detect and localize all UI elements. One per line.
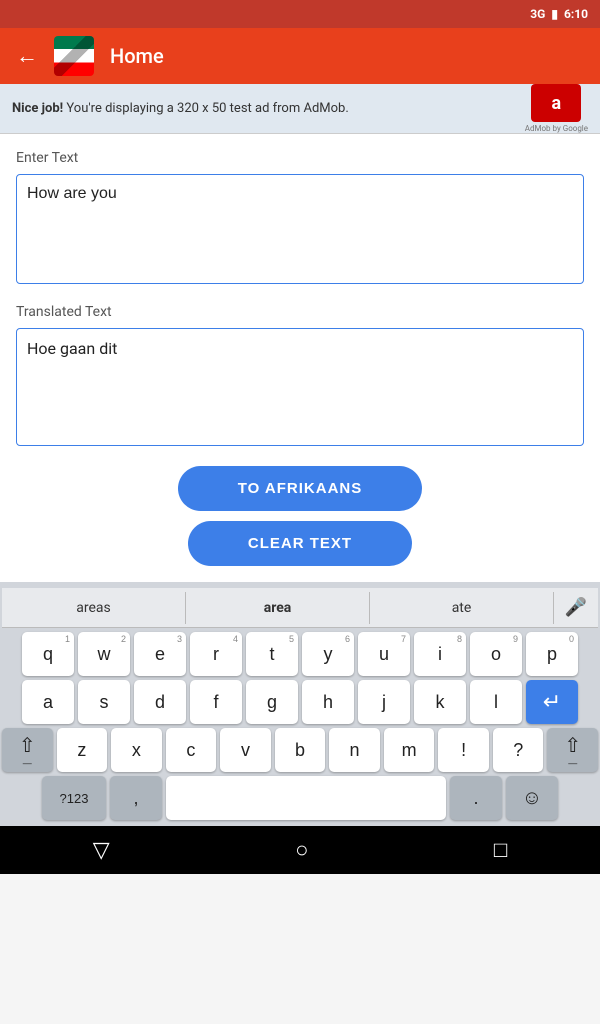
key-v[interactable]: v: [220, 728, 271, 772]
key-x[interactable]: x: [111, 728, 162, 772]
ad-text: Nice job! You're displaying a 320 x 50 t…: [12, 101, 513, 116]
suggestion-areas[interactable]: areas: [2, 592, 186, 624]
keyboard-row-3: ⇧— z x c v b n m ! ? ⇧—: [2, 728, 598, 772]
key-b[interactable]: b: [275, 728, 326, 772]
time-display: 6:10: [564, 7, 588, 21]
suggestion-ate[interactable]: ate: [370, 592, 554, 624]
keyboard-row-4: ?123 , . ☺: [2, 776, 598, 820]
enter-text-label: Enter Text: [16, 150, 584, 166]
nav-back-icon[interactable]: ▽: [93, 838, 110, 863]
ad-banner: Nice job! You're displaying a 320 x 50 t…: [0, 84, 600, 134]
nav-bar: ▽ ○ □: [0, 826, 600, 874]
space-key[interactable]: [166, 776, 446, 820]
key-n[interactable]: n: [329, 728, 380, 772]
key-l[interactable]: l: [470, 680, 522, 724]
shift-key-right[interactable]: ⇧—: [547, 728, 598, 772]
key-r[interactable]: 4r: [190, 632, 242, 676]
key-question[interactable]: ?: [493, 728, 544, 772]
key-a[interactable]: a: [22, 680, 74, 724]
app-bar: ← Home: [0, 28, 600, 84]
battery-icon: ▮: [551, 7, 558, 21]
key-o[interactable]: 9o: [470, 632, 522, 676]
key-m[interactable]: m: [384, 728, 435, 772]
key-w[interactable]: 2w: [78, 632, 130, 676]
mic-button[interactable]: 🎤: [554, 597, 598, 618]
key-y[interactable]: 6y: [302, 632, 354, 676]
admob-logo: a: [531, 84, 581, 122]
nav-recent-icon[interactable]: □: [494, 837, 507, 863]
admob-logo-container: a AdMob by Google: [525, 84, 588, 133]
keyboard-row-2: a s d f g h j k l ↵: [2, 680, 598, 724]
key-e[interactable]: 3e: [134, 632, 186, 676]
status-bar: 3G ▮ 6:10: [0, 0, 600, 28]
comma-key[interactable]: ,: [110, 776, 162, 820]
ad-source-text: test ad from AdMob.: [226, 101, 348, 116]
admob-sub-label: AdMob by Google: [525, 124, 588, 133]
ad-bold-text: Nice job!: [12, 101, 63, 116]
input-text-field[interactable]: How are you: [16, 174, 584, 284]
period-key[interactable]: .: [450, 776, 502, 820]
key-d[interactable]: d: [134, 680, 186, 724]
key-f[interactable]: f: [190, 680, 242, 724]
keyboard: areas area ate 🎤 1q 2w 3e 4r 5t 6y 7u 8i…: [0, 582, 600, 826]
key-g[interactable]: g: [246, 680, 298, 724]
to-afrikaans-button[interactable]: TO AFRIKAANS: [178, 466, 423, 511]
suggestion-area[interactable]: area: [186, 592, 370, 624]
key-h[interactable]: h: [302, 680, 354, 724]
key-u[interactable]: 7u: [358, 632, 410, 676]
key-c[interactable]: c: [166, 728, 217, 772]
app-title: Home: [110, 44, 164, 68]
shift-key[interactable]: ⇧—: [2, 728, 53, 772]
key-z[interactable]: z: [57, 728, 108, 772]
keyboard-row-1: 1q 2w 3e 4r 5t 6y 7u 8i 9o 0p: [2, 632, 598, 676]
ad-body-text: You're displaying a 320 x 50: [63, 101, 226, 116]
app-flag-icon: [54, 36, 94, 76]
emoji-key[interactable]: ☺: [506, 776, 558, 820]
sym-key[interactable]: ?123: [42, 776, 106, 820]
back-button[interactable]: ←: [16, 45, 38, 67]
status-icons: 3G ▮ 6:10: [530, 7, 588, 21]
signal-icon: 3G: [530, 7, 545, 21]
translated-section: Translated Text Hoe gaan dit: [16, 304, 584, 446]
key-k[interactable]: k: [414, 680, 466, 724]
key-i[interactable]: 8i: [414, 632, 466, 676]
main-content: Enter Text How are you Translated Text H…: [0, 134, 600, 582]
keyboard-suggestions-row: areas area ate 🎤: [2, 588, 598, 628]
key-p[interactable]: 0p: [526, 632, 578, 676]
translated-text-display: Hoe gaan dit: [16, 328, 584, 446]
clear-text-button[interactable]: CLEAR TEXT: [188, 521, 412, 566]
key-t[interactable]: 5t: [246, 632, 298, 676]
key-s[interactable]: s: [78, 680, 130, 724]
key-j[interactable]: j: [358, 680, 410, 724]
enter-key[interactable]: ↵: [526, 680, 578, 724]
key-exclaim[interactable]: !: [438, 728, 489, 772]
action-buttons: TO AFRIKAANS CLEAR TEXT: [16, 466, 584, 566]
key-q[interactable]: 1q: [22, 632, 74, 676]
translated-label: Translated Text: [16, 304, 584, 320]
nav-home-icon[interactable]: ○: [295, 837, 308, 863]
